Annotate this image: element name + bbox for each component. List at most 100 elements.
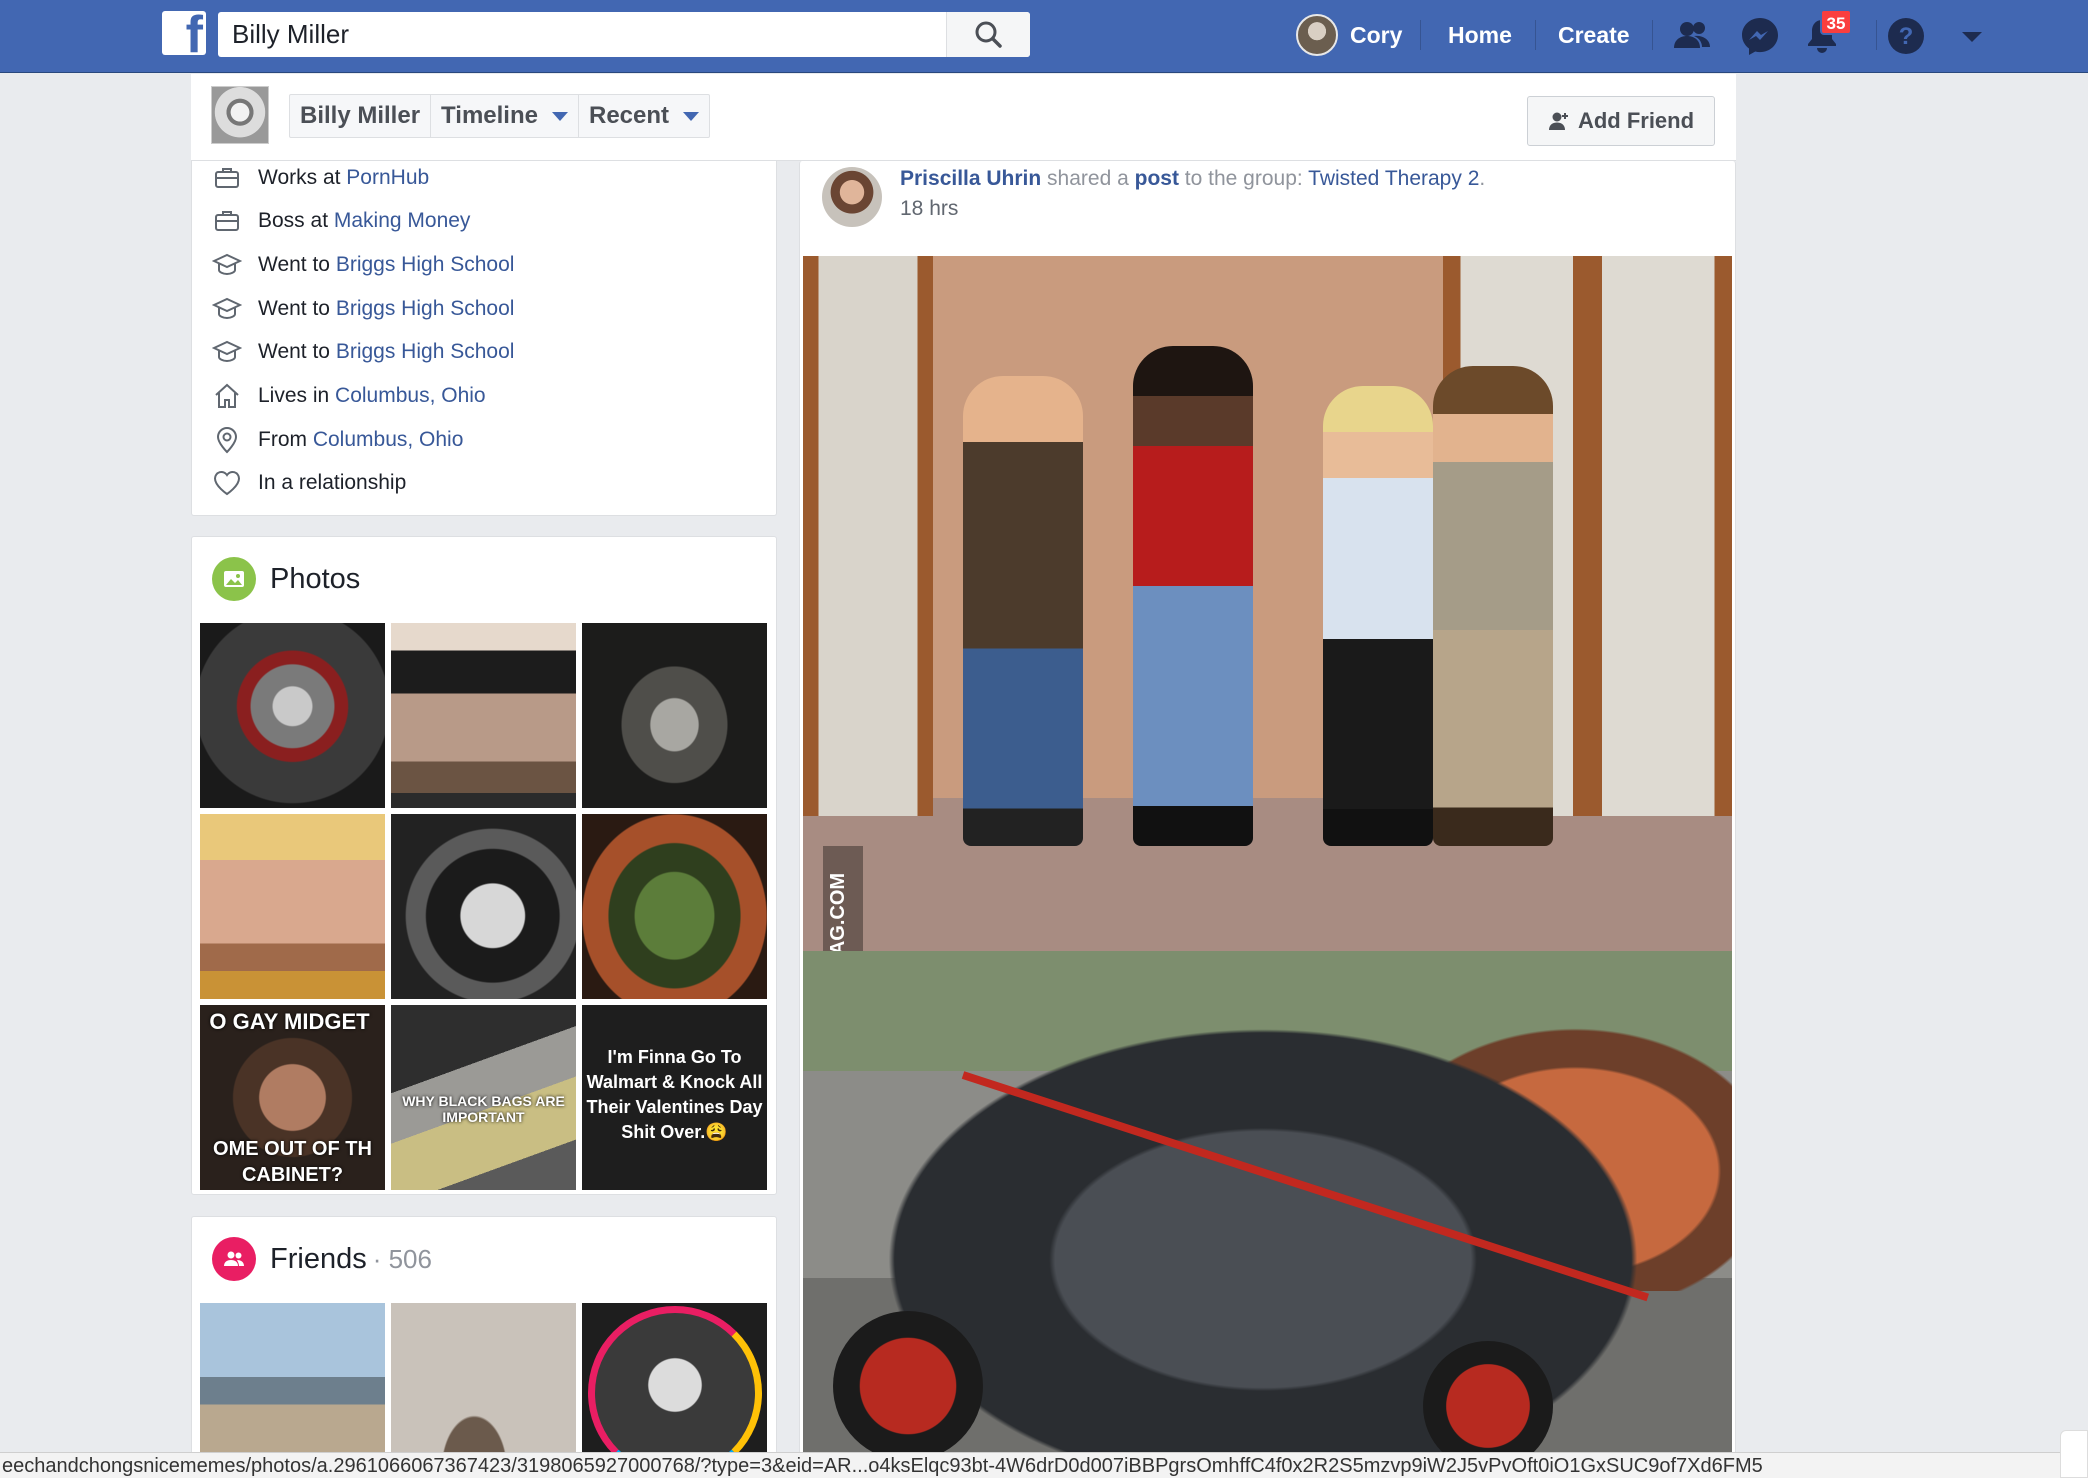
friend-requests-icon[interactable]: [1670, 14, 1714, 58]
intro-item-link[interactable]: Making Money: [334, 209, 471, 232]
profile-subheader: Billy Miller Timeline Recent Add Friend: [191, 74, 1736, 161]
photo-thumbnail[interactable]: [391, 814, 576, 999]
recent-dropdown[interactable]: Recent: [579, 95, 709, 137]
intro-item-education: Went to Briggs High School: [212, 335, 514, 369]
search-icon: [975, 21, 1002, 48]
friends-count: · 506: [372, 1243, 432, 1274]
help-icon[interactable]: ?: [1884, 14, 1928, 58]
profile-avatar[interactable]: [211, 86, 269, 144]
nav-divider: [1535, 20, 1536, 50]
add-friend-icon: [1548, 112, 1568, 130]
intro-item-relationship: In a relationship: [212, 466, 406, 500]
intro-item-prefix: Went to: [258, 340, 336, 363]
nav-divider: [1420, 20, 1421, 50]
post-link[interactable]: post: [1135, 167, 1179, 190]
intro-card: Works at PornHub Boss at Making Money We…: [191, 161, 777, 516]
search-box: [218, 12, 1030, 57]
post-image[interactable]: VIA 9GAG.COM: [803, 256, 1732, 1478]
intro-item-link[interactable]: Briggs High School: [336, 297, 515, 320]
briefcase-icon: [215, 211, 239, 231]
add-friend-button[interactable]: Add Friend: [1527, 96, 1715, 146]
home-icon: [215, 383, 239, 408]
breadcrumb-profile-name[interactable]: Billy Miller: [290, 95, 432, 137]
chevron-down-icon: [683, 111, 700, 121]
friends-title: Friends: [270, 1242, 367, 1275]
intro-item-prefix: Lives in: [258, 384, 336, 407]
friends-card: Friends · 506: [191, 1216, 777, 1478]
intro-item-prefix: From: [258, 428, 313, 451]
intro-item-lives-in: Lives in Columbus, Ohio: [212, 379, 486, 413]
friends-count-value: 506: [388, 1243, 432, 1274]
post-image-bottom-photo: [803, 951, 1732, 1478]
intro-item-link[interactable]: Columbus, Ohio: [313, 428, 464, 451]
nav-create-link[interactable]: Create: [1558, 22, 1630, 49]
location-pin-icon: [216, 427, 238, 454]
photo-thumbnail[interactable]: [582, 814, 767, 999]
heart-icon: [213, 470, 241, 496]
svg-text:?: ?: [1899, 23, 1914, 50]
post-author-link[interactable]: Priscilla Uhrin: [900, 167, 1041, 190]
photo-thumbnail[interactable]: [582, 623, 767, 808]
intro-item-work: Works at PornHub: [212, 161, 429, 195]
timeline-dropdown-label: Timeline: [441, 102, 538, 129]
graduation-cap-icon: [212, 253, 242, 276]
photo-thumbnail[interactable]: O GAY MIDGET OME OUT OF TH CABINET?: [200, 1005, 385, 1190]
friends-card-title[interactable]: Friends · 506: [212, 1237, 432, 1281]
browser-status-bar-url: eechandchongsnicememes/photos/a.29610660…: [0, 1452, 2060, 1478]
intro-item-work: Boss at Making Money: [212, 204, 470, 238]
feed-post: Priscilla Uhrin shared a post to the gro…: [799, 161, 1736, 1478]
nav-home-link[interactable]: Home: [1448, 22, 1512, 49]
meme-caption: WHY BLACK BAGS ARE IMPORTANT: [402, 1093, 565, 1125]
photo-thumbnail[interactable]: [200, 623, 385, 808]
search-input[interactable]: [218, 12, 946, 57]
post-group-link[interactable]: Twisted Therapy 2: [1308, 167, 1479, 190]
post-period: .: [1479, 167, 1486, 190]
messenger-icon[interactable]: [1738, 14, 1782, 58]
photos-icon: [212, 557, 256, 601]
meme-caption: I'm Finna Go To Walmart & Knock All Thei…: [586, 1047, 763, 1142]
post-action-text: shared a: [1041, 167, 1135, 190]
photo-thumbnail[interactable]: [391, 623, 576, 808]
timeline-dropdown[interactable]: Timeline: [431, 95, 579, 137]
account-menu-chevron-down-icon[interactable]: [1950, 14, 1994, 58]
chevron-down-icon: [551, 111, 568, 121]
intro-item-education: Went to Briggs High School: [212, 292, 514, 326]
meme-caption-top: O GAY MIDGET: [209, 1009, 370, 1034]
photo-thumbnail[interactable]: I'm Finna Go To Walmart & Knock All Thei…: [582, 1005, 767, 1190]
intro-item-prefix: Boss at: [258, 209, 334, 232]
photos-grid: O GAY MIDGET OME OUT OF TH CABINET? WHY …: [200, 623, 770, 1190]
intro-item-prefix: Works at: [258, 166, 347, 189]
post-header-line: Priscilla Uhrin shared a post to the gro…: [900, 167, 1485, 191]
search-button[interactable]: [946, 12, 1030, 57]
nav-profile-link[interactable]: Cory: [1296, 13, 1402, 57]
post-timestamp[interactable]: 18 hrs: [900, 197, 958, 221]
photos-card: Photos O GAY MIDGET OME OUT OF TH CABINE…: [191, 536, 777, 1195]
nav-user-name: Cory: [1350, 21, 1403, 48]
breadcrumb-profile-name-label: Billy Miller: [300, 102, 421, 129]
post-action-text: to the group:: [1178, 167, 1309, 190]
intro-item-link[interactable]: Briggs High School: [336, 340, 515, 363]
facebook-logo-icon[interactable]: f: [162, 11, 206, 55]
intro-item-link[interactable]: Briggs High School: [336, 253, 515, 276]
add-friend-label: Add Friend: [1577, 108, 1695, 133]
graduation-cap-icon: [212, 340, 242, 363]
post-image-top-photo: VIA 9GAG.COM: [803, 256, 1732, 1046]
photo-thumbnail[interactable]: WHY BLACK BAGS ARE IMPORTANT: [391, 1005, 576, 1190]
intro-item-link[interactable]: Columbus, Ohio: [335, 384, 486, 407]
post-author-avatar[interactable]: [822, 167, 882, 227]
briefcase-icon: [215, 168, 239, 188]
intro-item-link[interactable]: PornHub: [346, 166, 429, 189]
nav-divider: [1876, 20, 1877, 50]
photos-card-title[interactable]: Photos: [212, 557, 360, 601]
intro-item-from: From Columbus, Ohio: [212, 423, 463, 457]
graduation-cap-icon: [212, 297, 242, 320]
photo-thumbnail[interactable]: [200, 814, 385, 999]
nav-divider: [1652, 20, 1653, 50]
recent-dropdown-label: Recent: [588, 102, 670, 129]
intro-item-prefix: Went to: [258, 297, 336, 320]
chat-tab-edge[interactable]: [2060, 1430, 2088, 1478]
intro-item-prefix: Went to: [258, 253, 336, 276]
intro-item-prefix: In a relationship: [258, 471, 407, 494]
breadcrumb: Billy Miller Timeline Recent: [289, 94, 711, 138]
top-navigation-bar: f Cory Home Create 35 ?: [0, 0, 2088, 73]
